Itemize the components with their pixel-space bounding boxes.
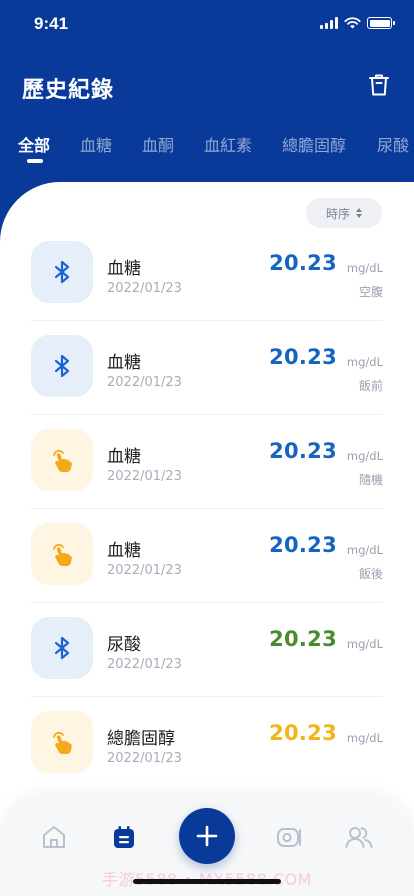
record-list: 血糖 2022/01/23 20.23 mg/dL 空腹 血糖 2022/01/… (0, 227, 414, 791)
record-item[interactable]: 血糖 2022/01/23 20.23 mg/dL 飯後 (31, 509, 383, 603)
page-title: 歷史紀錄 (22, 78, 115, 103)
wifi-icon (344, 17, 361, 29)
record-name: 總膽固醇 (107, 729, 175, 749)
record-date: 2022/01/23 (107, 563, 182, 578)
record-unit: mg/dL (346, 731, 383, 745)
sort-button[interactable]: 時序 (306, 198, 382, 228)
record-value: 20.23 (269, 345, 337, 369)
hand-tap-icon (53, 732, 72, 754)
record-value: 20.23 (269, 533, 337, 557)
record-date: 2022/01/23 (107, 375, 182, 390)
hand-tap-icon (53, 544, 72, 566)
battery-icon (367, 17, 395, 29)
category-tabs: 全部 血糖 血酮 血紅素 總膽固醇 尿酸 (0, 132, 414, 172)
users-icon (345, 827, 373, 848)
delete-button[interactable] (366, 72, 392, 98)
tab-blood-ketone[interactable]: 血酮 (142, 132, 174, 156)
status-time: 9:41 (34, 14, 69, 33)
record-item[interactable]: 尿酸 2022/01/23 20.23 mg/dL (31, 603, 383, 697)
hand-tap-icon (53, 450, 72, 472)
nav-home[interactable] (39, 822, 69, 852)
record-unit: mg/dL (346, 637, 383, 651)
camera-icon (277, 828, 301, 847)
record-unit: mg/dL (346, 355, 383, 369)
nav-records[interactable] (109, 822, 139, 852)
record-name: 血糖 (107, 353, 141, 373)
record-name: 尿酸 (107, 635, 141, 655)
record-tag: 飯後 (358, 567, 383, 581)
records-panel: 時序 血糖 2022/01/23 20.23 mg/dL 空腹 血糖 2022/… (0, 182, 414, 896)
status-icons (320, 17, 395, 29)
add-record-button[interactable] (179, 808, 235, 864)
record-unit: mg/dL (346, 261, 383, 275)
record-item[interactable]: 血糖 2022/01/23 20.23 mg/dL 空腹 (31, 227, 383, 321)
tab-uric-acid[interactable]: 尿酸 (377, 132, 409, 156)
record-source-badge (31, 335, 93, 397)
record-source-badge (31, 617, 93, 679)
status-bar: 9:41 (0, 0, 414, 48)
tab-hemoglobin[interactable]: 血紅素 (204, 132, 252, 156)
trash-icon (369, 74, 389, 96)
record-name: 血糖 (107, 447, 141, 467)
record-item[interactable]: 血糖 2022/01/23 20.23 mg/dL 飯前 (31, 321, 383, 415)
nav-profile[interactable] (344, 822, 374, 852)
watermark: 手游5588 • MX5588.COM (0, 866, 414, 890)
record-value: 20.23 (269, 439, 337, 463)
record-tag: 飯前 (358, 379, 383, 393)
bluetooth-icon (54, 354, 70, 378)
tab-total-cholesterol[interactable]: 總膽固醇 (282, 132, 346, 156)
record-source-badge (31, 711, 93, 773)
record-value: 20.23 (269, 627, 337, 651)
record-source-badge (31, 523, 93, 585)
calendar-icon (114, 826, 134, 848)
record-unit: mg/dL (346, 449, 383, 463)
record-value: 20.23 (269, 721, 337, 745)
record-date: 2022/01/23 (107, 281, 182, 296)
record-item[interactable]: 血糖 2022/01/23 20.23 mg/dL 隨機 (31, 415, 383, 509)
record-name: 血糖 (107, 259, 141, 279)
record-unit: mg/dL (346, 543, 383, 557)
bluetooth-icon (54, 636, 70, 660)
sort-label: 時序 (325, 206, 350, 221)
tab-all[interactable]: 全部 (18, 132, 50, 156)
record-date: 2022/01/23 (107, 657, 182, 672)
record-name: 血糖 (107, 541, 141, 561)
record-date: 2022/01/23 (107, 469, 182, 484)
home-indicator (133, 879, 281, 884)
record-source-badge (31, 241, 93, 303)
home-icon (43, 826, 65, 848)
record-source-badge (31, 429, 93, 491)
history-screen: 9:41 歷史紀錄 全部 血糖 血酮 血紅素 總膽固醇 尿酸 時序 血糖 202… (0, 0, 414, 896)
nav-scan[interactable] (275, 822, 305, 852)
active-tab-indicator (27, 159, 43, 163)
record-date: 2022/01/23 (107, 751, 182, 766)
tab-blood-glucose[interactable]: 血糖 (80, 132, 112, 156)
record-tag: 隨機 (358, 473, 383, 487)
record-tag: 空腹 (358, 285, 383, 299)
cellular-signal-icon (320, 17, 338, 29)
record-value: 20.23 (269, 251, 337, 275)
bluetooth-icon (54, 260, 70, 284)
add-icon (196, 825, 218, 847)
sort-icon (356, 208, 362, 218)
